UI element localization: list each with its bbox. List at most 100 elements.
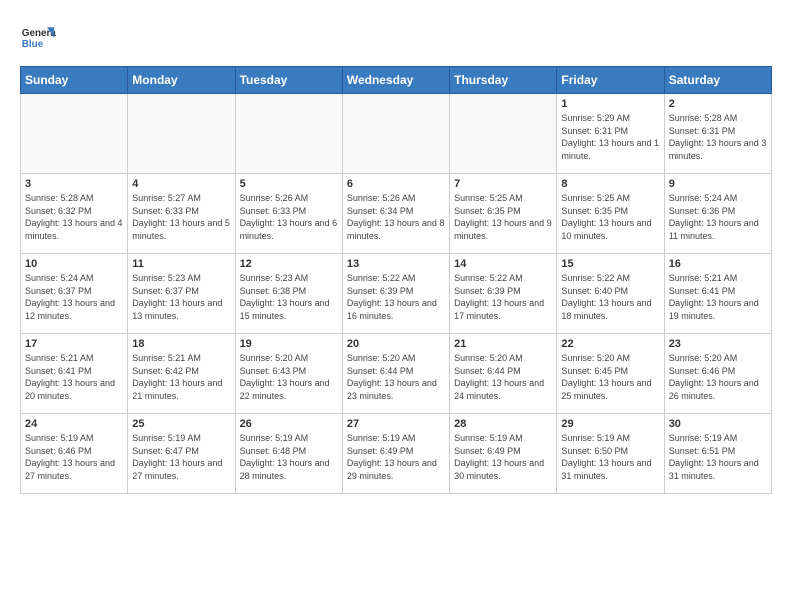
calendar-cell: 10Sunrise: 5:24 AM Sunset: 6:37 PM Dayli… (21, 254, 128, 334)
day-number: 29 (561, 418, 659, 430)
calendar-cell: 4 Sunrise: 5:27 AM Sunset: 6:33 PM Daylig… (128, 174, 235, 254)
calendar-cell: 20Sunrise: 5:20 AM Sunset: 6:44 PM Dayli… (342, 334, 449, 414)
day-number: 20 (347, 338, 445, 350)
day-info: Sunrise: 5:19 AM Sunset: 6:47 PM Dayligh… (132, 432, 230, 482)
day-info: Sunrise: 5:19 AM Sunset: 6:46 PM Dayligh… (25, 432, 123, 482)
day-number: 14 (454, 258, 552, 270)
calendar-cell: 7 Sunrise: 5:25 AM Sunset: 6:35 PM Daylig… (450, 174, 557, 254)
calendar-cell: 3 Sunrise: 5:28 AM Sunset: 6:32 PM Daylig… (21, 174, 128, 254)
calendar-cell: 15 Sunrise: 5:22 AM Sunset: 6:40 PM Dayli… (557, 254, 664, 334)
weekday-header-sunday: Sunday (21, 67, 128, 94)
calendar-table: SundayMondayTuesdayWednesdayThursdayFrid… (20, 66, 772, 494)
day-number: 3 (25, 178, 123, 190)
calendar-cell: 13 Sunrise: 5:22 AM Sunset: 6:39 PM Dayli… (342, 254, 449, 334)
calendar-cell: 22 Sunrise: 5:20 AM Sunset: 6:45 PM Dayli… (557, 334, 664, 414)
day-info: Sunrise: 5:19 AM Sunset: 6:48 PM Dayligh… (240, 432, 338, 482)
day-number: 21 (454, 338, 552, 350)
day-info: Sunrise: 5:20 AM Sunset: 6:44 PM Dayligh… (454, 352, 552, 402)
day-number: 28 (454, 418, 552, 430)
calendar-cell: 30 Sunrise: 5:19 AM Sunset: 6:51 PM Dayli… (664, 414, 771, 494)
calendar-cell: 23 Sunrise: 5:20 AM Sunset: 6:46 PM Dayli… (664, 334, 771, 414)
calendar-cell: 27 Sunrise: 5:19 AM Sunset: 6:49 PM Dayli… (342, 414, 449, 494)
calendar-cell: 29 Sunrise: 5:19 AM Sunset: 6:50 PM Dayli… (557, 414, 664, 494)
day-number: 4 (132, 178, 230, 190)
day-number: 16 (669, 258, 767, 270)
day-info: Sunrise: 5:22 AM Sunset: 6:40 PM Dayligh… (561, 272, 659, 322)
calendar-week-1: 3 Sunrise: 5:28 AM Sunset: 6:32 PM Daylig… (21, 174, 772, 254)
calendar-cell: 1 Sunrise: 5:29 AM Sunset: 6:31 PM Daylig… (557, 94, 664, 174)
day-number: 27 (347, 418, 445, 430)
day-info: Sunrise: 5:21 AM Sunset: 6:41 PM Dayligh… (669, 272, 767, 322)
calendar-cell: 2 Sunrise: 5:28 AM Sunset: 6:31 PM Daylig… (664, 94, 771, 174)
calendar-cell: 19 Sunrise: 5:20 AM Sunset: 6:43 PM Dayli… (235, 334, 342, 414)
calendar-cell: 5 Sunrise: 5:26 AM Sunset: 6:33 PM Daylig… (235, 174, 342, 254)
calendar-cell: 17 Sunrise: 5:21 AM Sunset: 6:41 PM Dayli… (21, 334, 128, 414)
calendar-cell: 9 Sunrise: 5:24 AM Sunset: 6:36 PM Daylig… (664, 174, 771, 254)
day-info: Sunrise: 5:29 AM Sunset: 6:31 PM Dayligh… (561, 112, 659, 162)
calendar-cell: 18 Sunrise: 5:21 AM Sunset: 6:42 PM Dayli… (128, 334, 235, 414)
day-info: Sunrise: 5:22 AM Sunset: 6:39 PM Dayligh… (347, 272, 445, 322)
calendar-cell (235, 94, 342, 174)
day-info: Sunrise: 5:19 AM Sunset: 6:49 PM Dayligh… (347, 432, 445, 482)
day-info: Sunrise: 5:25 AM Sunset: 6:35 PM Dayligh… (561, 192, 659, 242)
day-info: Sunrise: 5:23 AM Sunset: 6:37 PM Dayligh… (132, 272, 230, 322)
day-info: Sunrise: 5:20 AM Sunset: 6:45 PM Dayligh… (561, 352, 659, 402)
day-number: 30 (669, 418, 767, 430)
weekday-header-saturday: Saturday (664, 67, 771, 94)
calendar-cell: 6 Sunrise: 5:26 AM Sunset: 6:34 PM Daylig… (342, 174, 449, 254)
day-info: Sunrise: 5:28 AM Sunset: 6:32 PM Dayligh… (25, 192, 123, 242)
calendar-week-2: 10Sunrise: 5:24 AM Sunset: 6:37 PM Dayli… (21, 254, 772, 334)
day-number: 23 (669, 338, 767, 350)
calendar-cell: 11Sunrise: 5:23 AM Sunset: 6:37 PM Dayli… (128, 254, 235, 334)
day-number: 13 (347, 258, 445, 270)
page-header: General Blue (20, 20, 772, 56)
calendar-cell: 16 Sunrise: 5:21 AM Sunset: 6:41 PM Dayli… (664, 254, 771, 334)
day-info: Sunrise: 5:28 AM Sunset: 6:31 PM Dayligh… (669, 112, 767, 162)
day-number: 17 (25, 338, 123, 350)
day-info: Sunrise: 5:26 AM Sunset: 6:33 PM Dayligh… (240, 192, 338, 242)
logo: General Blue (20, 20, 56, 56)
weekday-header-wednesday: Wednesday (342, 67, 449, 94)
day-number: 9 (669, 178, 767, 190)
calendar-header-row: SundayMondayTuesdayWednesdayThursdayFrid… (21, 67, 772, 94)
calendar-cell (128, 94, 235, 174)
day-number: 18 (132, 338, 230, 350)
logo-icon: General Blue (20, 20, 56, 56)
calendar-cell (342, 94, 449, 174)
day-number: 8 (561, 178, 659, 190)
day-number: 26 (240, 418, 338, 430)
day-number: 22 (561, 338, 659, 350)
day-number: 1 (561, 98, 659, 110)
day-number: 5 (240, 178, 338, 190)
day-number: 7 (454, 178, 552, 190)
day-info: Sunrise: 5:19 AM Sunset: 6:51 PM Dayligh… (669, 432, 767, 482)
calendar-cell: 12 Sunrise: 5:23 AM Sunset: 6:38 PM Dayli… (235, 254, 342, 334)
day-info: Sunrise: 5:23 AM Sunset: 6:38 PM Dayligh… (240, 272, 338, 322)
day-number: 6 (347, 178, 445, 190)
day-info: Sunrise: 5:24 AM Sunset: 6:36 PM Dayligh… (669, 192, 767, 242)
svg-text:Blue: Blue (22, 39, 44, 50)
day-info: Sunrise: 5:20 AM Sunset: 6:46 PM Dayligh… (669, 352, 767, 402)
day-number: 15 (561, 258, 659, 270)
day-number: 24 (25, 418, 123, 430)
calendar-cell (450, 94, 557, 174)
day-number: 12 (240, 258, 338, 270)
day-number: 2 (669, 98, 767, 110)
day-info: Sunrise: 5:22 AM Sunset: 6:39 PM Dayligh… (454, 272, 552, 322)
day-info: Sunrise: 5:20 AM Sunset: 6:43 PM Dayligh… (240, 352, 338, 402)
weekday-header-friday: Friday (557, 67, 664, 94)
calendar-cell: 25Sunrise: 5:19 AM Sunset: 6:47 PM Dayli… (128, 414, 235, 494)
day-info: Sunrise: 5:21 AM Sunset: 6:41 PM Dayligh… (25, 352, 123, 402)
day-info: Sunrise: 5:26 AM Sunset: 6:34 PM Dayligh… (347, 192, 445, 242)
day-number: 10 (25, 258, 123, 270)
day-number: 19 (240, 338, 338, 350)
day-info: Sunrise: 5:21 AM Sunset: 6:42 PM Dayligh… (132, 352, 230, 402)
day-info: Sunrise: 5:19 AM Sunset: 6:50 PM Dayligh… (561, 432, 659, 482)
day-info: Sunrise: 5:27 AM Sunset: 6:33 PM Dayligh… (132, 192, 230, 242)
day-info: Sunrise: 5:25 AM Sunset: 6:35 PM Dayligh… (454, 192, 552, 242)
calendar-week-0: 1 Sunrise: 5:29 AM Sunset: 6:31 PM Daylig… (21, 94, 772, 174)
calendar-week-3: 17 Sunrise: 5:21 AM Sunset: 6:41 PM Dayli… (21, 334, 772, 414)
calendar-cell: 24 Sunrise: 5:19 AM Sunset: 6:46 PM Dayli… (21, 414, 128, 494)
calendar-cell: 8 Sunrise: 5:25 AM Sunset: 6:35 PM Daylig… (557, 174, 664, 254)
calendar-cell: 14 Sunrise: 5:22 AM Sunset: 6:39 PM Dayli… (450, 254, 557, 334)
